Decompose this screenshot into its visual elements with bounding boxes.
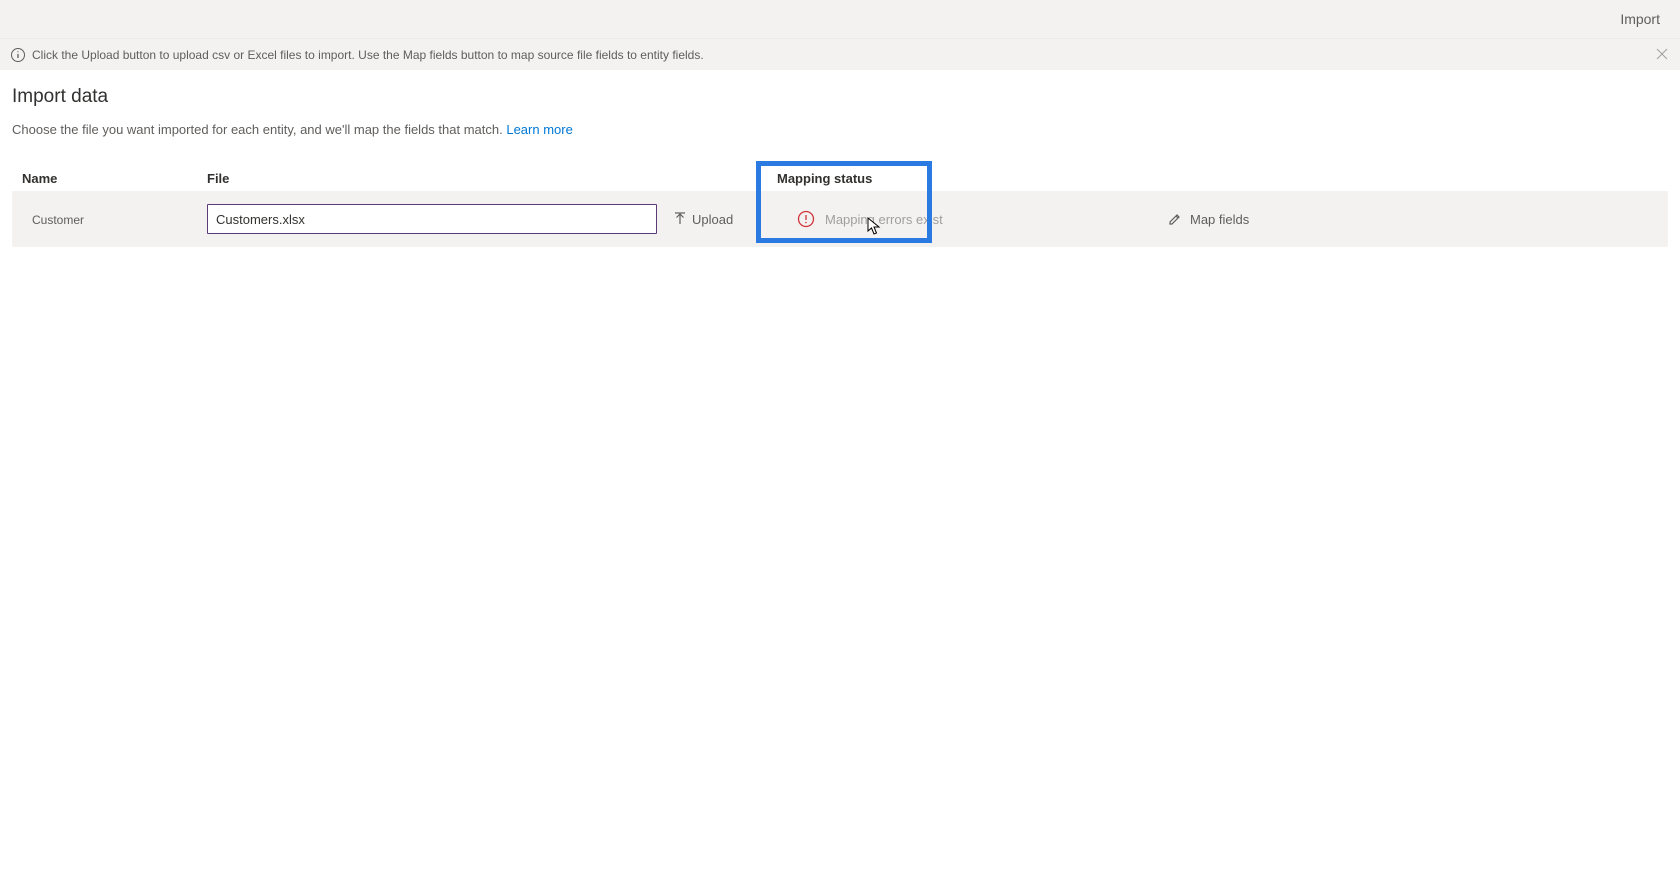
import-grid: Name File Mapping status Customer [12, 167, 1668, 247]
error-icon [797, 210, 815, 228]
page-title: Import data [12, 86, 1668, 108]
header-name: Name [22, 171, 57, 186]
top-bar: Import [0, 0, 1680, 38]
map-fields-label: Map fields [1190, 212, 1249, 227]
info-banner-text: Click the Upload button to upload csv or… [32, 48, 704, 62]
pencil-icon [1168, 212, 1182, 226]
entity-name: Customer [22, 213, 84, 227]
content-area: Import data Choose the file you want imp… [0, 70, 1680, 263]
info-icon [10, 47, 26, 63]
table-row: Customer Upload [12, 191, 1668, 247]
mapping-status-text: Mapping errors exist [825, 212, 943, 227]
grid-header-row: Name File Mapping status [12, 167, 1668, 191]
learn-more-link[interactable]: Learn more [506, 122, 572, 137]
header-mapping-status: Mapping status [777, 171, 872, 186]
upload-button[interactable]: Upload [667, 208, 739, 231]
header-file: File [207, 171, 229, 186]
map-fields-button[interactable]: Map fields [1162, 208, 1255, 231]
mapping-status-cell: Mapping errors exist [777, 210, 1062, 228]
file-input[interactable] [207, 204, 657, 234]
upload-button-label: Upload [692, 212, 733, 227]
info-banner: Click the Upload button to upload csv or… [0, 38, 1680, 70]
page-description-text: Choose the file you want imported for ea… [12, 122, 506, 137]
import-button[interactable]: Import [1620, 11, 1660, 27]
close-icon[interactable] [1656, 48, 1668, 62]
upload-icon [673, 212, 687, 226]
page-description: Choose the file you want imported for ea… [12, 122, 1668, 137]
